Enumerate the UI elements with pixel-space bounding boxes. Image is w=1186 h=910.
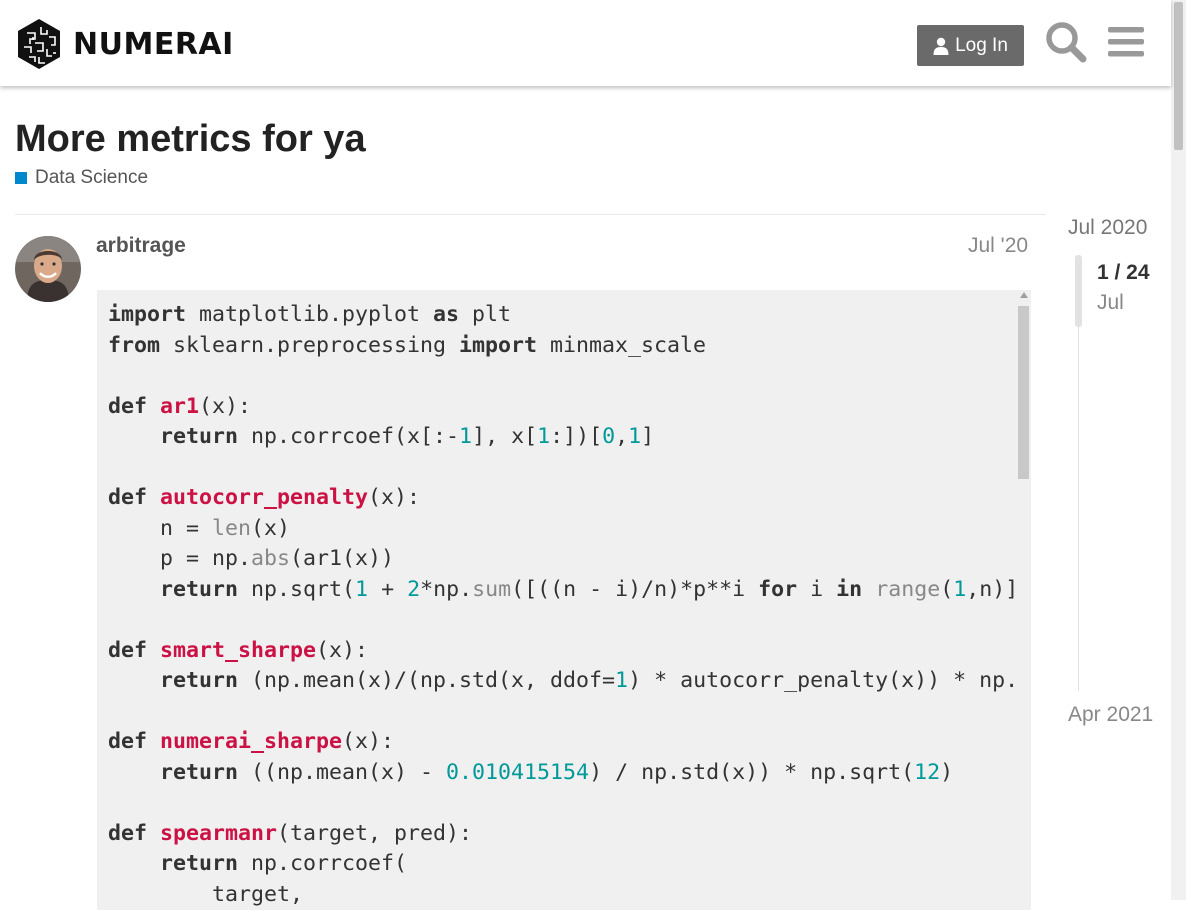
timeline-start-date[interactable]: Jul 2020 (1068, 216, 1147, 240)
page-scrollbar-thumb[interactable] (1174, 2, 1183, 150)
hamburger-menu-icon[interactable] (1104, 20, 1148, 64)
code-number: 1 (628, 424, 642, 449)
site-header: NUMERAI Log In (0, 0, 1171, 86)
avatar-image (15, 236, 81, 302)
code-number: 1 (355, 576, 369, 602)
code-builtin: range (875, 576, 941, 602)
code-scrollbar-thumb[interactable] (1018, 306, 1029, 479)
code-scrollbar[interactable] (1016, 290, 1031, 900)
login-button[interactable]: Log In (917, 25, 1024, 66)
code-builtin: abs (251, 546, 291, 571)
code-number: 0.010415154 (446, 759, 590, 785)
code-token: def (108, 637, 148, 663)
code-token: return (160, 424, 239, 449)
login-label: Log In (955, 34, 1008, 56)
code-number: 1 (953, 576, 967, 602)
code-token: import (108, 302, 187, 327)
avatar[interactable] (15, 236, 81, 302)
code-builtin: len (212, 515, 252, 541)
code-function-name: numerai_sharpe (160, 729, 343, 754)
code-number: 1 (537, 424, 551, 449)
code-token: in (836, 576, 863, 602)
code-number: 1 (459, 424, 473, 449)
code-function-name: smart_sharpe (160, 637, 317, 663)
scroll-up-arrow-icon[interactable] (1020, 292, 1028, 298)
topic-title[interactable]: More metrics for ya (15, 118, 366, 161)
post-date[interactable]: Jul '20 (968, 234, 1028, 258)
code-token: def (108, 820, 148, 846)
code-token: return (160, 759, 239, 785)
timeline-position: 1 / 24 (1097, 261, 1150, 284)
timeline-end-date[interactable]: Apr 2021 (1068, 703, 1153, 727)
code-token: import (459, 332, 538, 358)
timeline-handle[interactable] (1075, 255, 1082, 327)
user-icon (933, 37, 949, 55)
category-color-square (15, 172, 27, 184)
code-token: def (108, 393, 148, 419)
code-content: import matplotlib.pyplot as plt from skl… (108, 302, 1019, 907)
category-name: Data Science (35, 167, 149, 188)
code-number: 12 (914, 759, 941, 785)
code-token: for (758, 576, 798, 602)
code-token: return (160, 668, 239, 693)
page-scrollbar[interactable] (1171, 0, 1186, 900)
code-function-name: ar1 (160, 393, 200, 419)
search-icon[interactable] (1044, 20, 1088, 64)
code-token: as (433, 302, 460, 327)
code-block: import matplotlib.pyplot as plt from skl… (97, 290, 1031, 910)
numerai-logo[interactable]: NUMERAI (15, 17, 234, 71)
code-token: return (160, 851, 239, 876)
divider (15, 214, 1046, 215)
code-function-name: spearmanr (160, 820, 278, 846)
code-number: 2 (407, 576, 421, 602)
code-number: 0 (602, 424, 616, 449)
code-function-name: autocorr_penalty (160, 485, 369, 510)
code-token: def (108, 729, 148, 754)
code-number: 1 (615, 668, 629, 693)
timeline-current-month: Jul (1097, 291, 1124, 314)
code-token: def (108, 485, 148, 510)
code-token: from (108, 332, 161, 358)
brand-name: NUMERAI (73, 26, 234, 62)
numerai-logo-mark-icon (18, 19, 60, 69)
code-builtin: sum (472, 576, 512, 602)
post-author[interactable]: arbitrage (96, 234, 186, 258)
category-badge[interactable]: Data Science (15, 167, 148, 189)
code-token: return (160, 576, 239, 602)
